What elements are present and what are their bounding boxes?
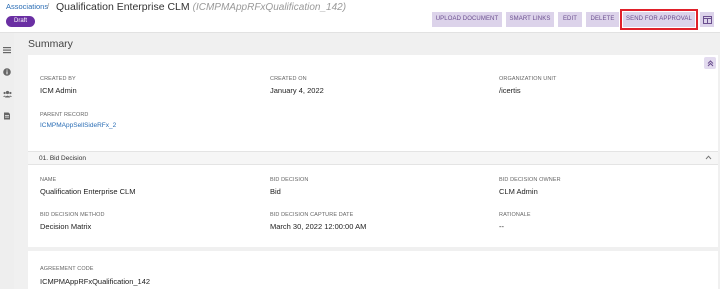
menu-icon[interactable] xyxy=(3,41,11,54)
bid-decision-value: Bid xyxy=(270,187,281,196)
org-unit-value: /icertis xyxy=(499,86,521,95)
bid-decision-method-label: BID DECISION METHOD xyxy=(40,212,105,218)
bid-decision-section-label: 01. Bid Decision xyxy=(39,155,86,162)
edit-button[interactable]: EDIT xyxy=(558,12,582,27)
breadcrumb-separator: / xyxy=(47,2,50,11)
document-icon[interactable] xyxy=(3,107,11,120)
agreement-code-value: ICMPMAppRFxQualification_142 xyxy=(40,277,151,286)
upload-document-button[interactable]: UPLOAD DOCUMENT xyxy=(432,12,502,27)
top-header: Associations / Qualification Enterprise … xyxy=(0,0,720,33)
page-title: Qualification Enterprise CLM (ICMPMAppRFx… xyxy=(56,1,346,13)
delete-button[interactable]: DELETE xyxy=(586,12,619,27)
record-id: (ICMPMAppRFxQualification_142) xyxy=(192,2,347,13)
org-unit-label: ORGANIZATION UNIT xyxy=(499,76,557,82)
rationale-value: -- xyxy=(499,222,504,231)
record-name: Qualification Enterprise CLM xyxy=(56,1,190,13)
bid-decision-label: BID DECISION xyxy=(270,177,309,183)
chevron-up-icon[interactable] xyxy=(705,155,712,162)
created-by-value: ICM Admin xyxy=(40,86,77,95)
agreement-code-label: AGREEMENT CODE xyxy=(40,266,94,272)
users-icon[interactable] xyxy=(3,85,12,98)
status-badge: Draft xyxy=(6,16,35,27)
bid-decision-owner-label: BID DECISION OWNER xyxy=(499,177,561,183)
capture-date-label: BID DECISION CAPTURE DATE xyxy=(270,212,354,218)
smart-links-button[interactable]: SMART LINKS xyxy=(506,12,554,27)
bid-decision-owner-value: CLM Admin xyxy=(499,187,538,196)
breadcrumb-associations-link[interactable]: Associations xyxy=(6,2,48,11)
parent-record-label: PARENT RECORD xyxy=(40,112,89,118)
bid-decision-section-header[interactable]: 01. Bid Decision xyxy=(28,151,718,165)
send-for-approval-button[interactable]: SEND FOR APPROVAL xyxy=(620,9,698,30)
parent-record-link[interactable]: ICMPMAppSellSideRFx_2 xyxy=(40,122,116,129)
name-label: NAME xyxy=(40,177,57,183)
layout-icon[interactable] xyxy=(700,12,714,27)
bid-decision-method-value: Decision Matrix xyxy=(40,222,92,231)
collapse-up-icon[interactable] xyxy=(704,57,716,69)
name-value: Qualification Enterprise CLM xyxy=(40,187,136,196)
created-by-label: CREATED BY xyxy=(40,76,76,82)
info-icon[interactable] xyxy=(3,63,11,76)
created-on-label: CREATED ON xyxy=(270,76,307,82)
summary-card xyxy=(28,55,718,151)
bid-decision-card xyxy=(28,165,718,247)
capture-date-value: March 30, 2022 12:00:00 AM xyxy=(270,222,367,231)
left-icon-rail xyxy=(0,33,14,289)
rationale-label: RATIONALE xyxy=(499,212,531,218)
summary-section-title: Summary xyxy=(28,38,73,50)
created-on-value: January 4, 2022 xyxy=(270,86,324,95)
